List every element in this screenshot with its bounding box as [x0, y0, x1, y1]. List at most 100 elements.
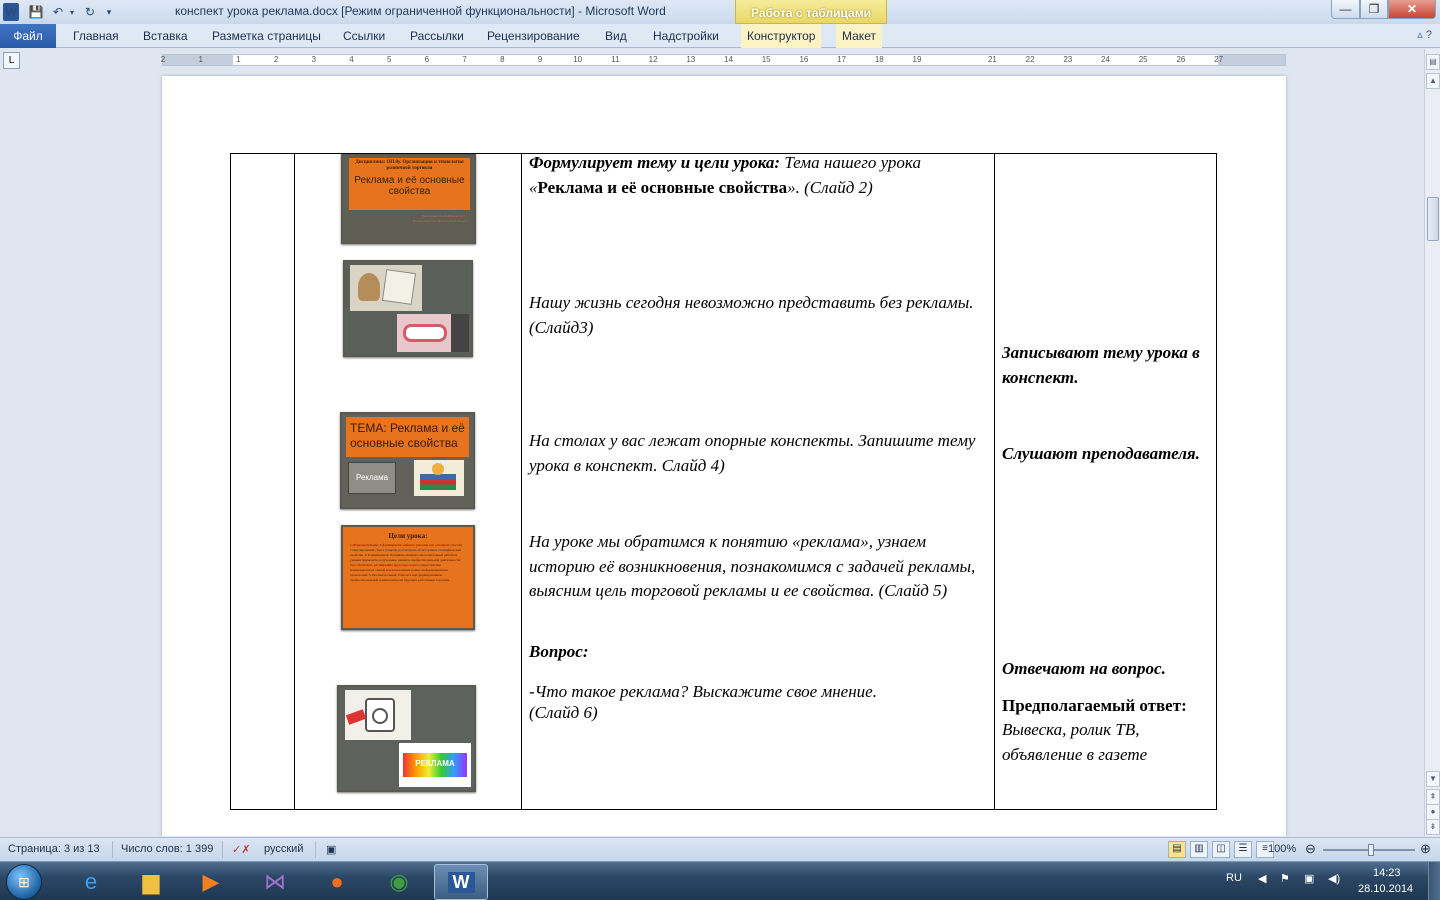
- tab-insert[interactable]: Вставка: [143, 24, 188, 48]
- zoom-slider-knob[interactable]: [1368, 844, 1374, 856]
- tab-table-design[interactable]: Конструктор: [741, 24, 822, 48]
- undo-icon[interactable]: ↶: [50, 3, 66, 21]
- machine-door: [372, 708, 388, 724]
- maximize-button[interactable]: ❐: [1360, 0, 1388, 19]
- full-screen-reading-icon[interactable]: ▥: [1190, 841, 1208, 858]
- horizontal-ruler[interactable]: 2 1 1 2 3 4 5 6 7 8 9 10 11 12 13 14 15 16 17 18 19 21 22 23 24 2…: [160, 54, 1286, 66]
- show-hidden-icons-icon[interactable]: ◀: [1258, 872, 1266, 885]
- visual-studio-icon[interactable]: ⋈: [248, 864, 302, 900]
- print-layout-view-icon[interactable]: ▤: [1168, 841, 1186, 858]
- volume-icon[interactable]: ◀): [1328, 872, 1340, 885]
- tab-table-layout[interactable]: Макет: [836, 24, 882, 48]
- expected-answer-label: Предполагаемый ответ:: [1002, 696, 1187, 715]
- tab-page-layout[interactable]: Разметка страницы: [212, 24, 321, 48]
- document-page[interactable]: Дисциплина: ОП.0у. Организация и техноло…: [162, 76, 1286, 836]
- word-app-icon[interactable]: W: [3, 3, 19, 21]
- student-response-3: Отвечают на вопрос.: [1002, 659, 1166, 678]
- chrome-icon[interactable]: ◉: [372, 864, 426, 900]
- file-explorer-icon[interactable]: ▆: [124, 864, 178, 900]
- ruler-tick-label: 9: [537, 55, 543, 64]
- slide-5-thumbnail[interactable]: Цели урока: 1.Образовательная: Сформиров…: [341, 525, 475, 630]
- lesson-table[interactable]: Дисциплина: ОП.0у. Организация и техноло…: [230, 153, 1217, 810]
- ruler-tick-label: 6: [424, 55, 430, 64]
- slide-3-thumbnail[interactable]: [343, 260, 473, 357]
- firefox-icon[interactable]: ●: [310, 864, 364, 900]
- page-count[interactable]: Страница: 3 из 13: [8, 843, 100, 855]
- zoom-out-icon[interactable]: ⊖: [1305, 841, 1316, 857]
- expected-answer: Вывеска, ролик ТВ, объявление в газете: [1002, 720, 1148, 764]
- slide-title: ТЕМА: Реклама и её основные свойства: [346, 417, 469, 457]
- vertical-scrollbar[interactable]: ▤ ▲ ▼ ⇞ ● ⇟: [1424, 49, 1440, 836]
- select-browse-object-icon[interactable]: ●: [1426, 804, 1440, 820]
- save-icon[interactable]: 💾: [28, 3, 44, 21]
- table-column-divider: [521, 154, 522, 809]
- ruler-tick-label: 25: [1138, 55, 1148, 64]
- scroll-thumb[interactable]: [1427, 197, 1439, 241]
- tab-mailings[interactable]: Рассылки: [410, 24, 464, 48]
- outline-view-icon[interactable]: ☰: [1234, 841, 1252, 858]
- word-count[interactable]: Число слов: 1 399: [121, 843, 213, 855]
- previous-page-icon[interactable]: ⇞: [1426, 789, 1440, 805]
- tab-review[interactable]: Рецензирование: [487, 24, 580, 48]
- input-language[interactable]: RU: [1226, 872, 1242, 884]
- zoom-level[interactable]: 100%: [1268, 843, 1296, 855]
- tab-references[interactable]: Ссылки: [343, 24, 385, 48]
- web-layout-icon[interactable]: ◫: [1212, 841, 1230, 858]
- document-area[interactable]: Дисциплина: ОП.0у. Организация и техноло…: [0, 72, 1424, 836]
- undo-dropdown-icon[interactable]: ▾: [68, 3, 76, 21]
- ruler-tick-label: 14: [724, 55, 733, 64]
- teeth-shape: [403, 324, 447, 342]
- ruler-row: L 2 1 1 2 3 4 5 6 7 8 9 10 11 12 13 14 15 16 17 18 19 21 22 23 2…: [0, 49, 1440, 71]
- ruler-toggle-icon[interactable]: ▤: [1426, 54, 1440, 70]
- books-figure: [432, 463, 444, 475]
- internet-explorer-icon[interactable]: e: [64, 864, 118, 900]
- reklama-art: РЕКЛАМА: [399, 743, 471, 787]
- proofing-icon[interactable]: ✓✗: [232, 843, 250, 856]
- ruler-tick-label: 5: [386, 55, 392, 64]
- slide-6-thumbnail[interactable]: РЕКЛАМА: [337, 685, 476, 792]
- slide-2-thumbnail[interactable]: Дисциплина: ОП.0у. Организация и техноло…: [341, 154, 476, 244]
- tab-addins[interactable]: Надстройки: [653, 24, 719, 48]
- zoom-in-icon[interactable]: ⊕: [1420, 841, 1431, 857]
- tab-view[interactable]: Вид: [605, 24, 627, 48]
- clock-time[interactable]: 14:23: [1373, 867, 1401, 879]
- action-center-flag-icon[interactable]: ⚑: [1280, 872, 1290, 885]
- ruler-tick-label: 1: [198, 55, 203, 64]
- status-divider: [315, 841, 316, 858]
- slide-body: 1.Образовательная: Сформировать знания о…: [350, 543, 462, 582]
- customize-quick-access-icon[interactable]: ▾: [104, 3, 114, 21]
- tab-home[interactable]: Главная: [73, 24, 119, 48]
- ruler-tick-label: 2: [160, 55, 166, 64]
- close-button[interactable]: ✕: [1388, 0, 1436, 19]
- language-indicator[interactable]: русский: [264, 843, 303, 855]
- network-icon[interactable]: ▣: [1304, 872, 1314, 885]
- clock-date[interactable]: 28.10.2014: [1358, 883, 1413, 895]
- scroll-down-icon[interactable]: ▼: [1426, 771, 1440, 787]
- slide-4-thumbnail[interactable]: ТЕМА: Реклама и её основные свойства Рек…: [340, 412, 475, 509]
- start-button[interactable]: ⊞: [6, 864, 42, 900]
- slide-author: Преподаватель Байбакова Е.А. г. Вологодс…: [413, 214, 468, 223]
- teacher-action-label: Формулирует тему и цели урока:: [529, 153, 781, 172]
- windows-taskbar: ⊞ e ▆ ▶ ⋈ ● ◉ W RU ◀ ⚑ ▣ ◀) 14:23 28.10.…: [0, 861, 1440, 900]
- teacher-paragraph-3: На столах у вас лежат опорные конспекты.…: [529, 431, 976, 475]
- media-player-icon[interactable]: ▶: [184, 864, 238, 900]
- teeth-image: [397, 314, 453, 352]
- slide-header: Дисциплина: ОП.0у. Организация и техноло…: [355, 160, 464, 171]
- show-desktop-button[interactable]: [1428, 862, 1440, 900]
- next-page-icon[interactable]: ⇟: [1426, 819, 1440, 835]
- books-image: [414, 460, 464, 496]
- tab-stop-selector-icon[interactable]: L: [3, 52, 20, 69]
- ruler-tick-label: 27: [1214, 55, 1224, 64]
- tab-file[interactable]: Файл: [0, 24, 56, 48]
- minimize-button[interactable]: —: [1331, 0, 1360, 19]
- student-response-1: Записывают тему урока в конспект.: [1002, 343, 1200, 387]
- ruler-tick-label: 18: [874, 55, 884, 64]
- word-taskbar-icon[interactable]: W: [434, 864, 488, 900]
- macro-recording-icon[interactable]: ▣: [326, 843, 336, 856]
- scroll-up-icon[interactable]: ▲: [1426, 73, 1440, 89]
- ruler-tick-label: 26: [1176, 55, 1186, 64]
- redo-icon[interactable]: ↻: [82, 3, 98, 21]
- ruler-tick-label: 1: [236, 55, 241, 64]
- machine-tag: [345, 709, 367, 725]
- ribbon-minimize-help-icon[interactable]: ▵ ?: [1417, 28, 1432, 41]
